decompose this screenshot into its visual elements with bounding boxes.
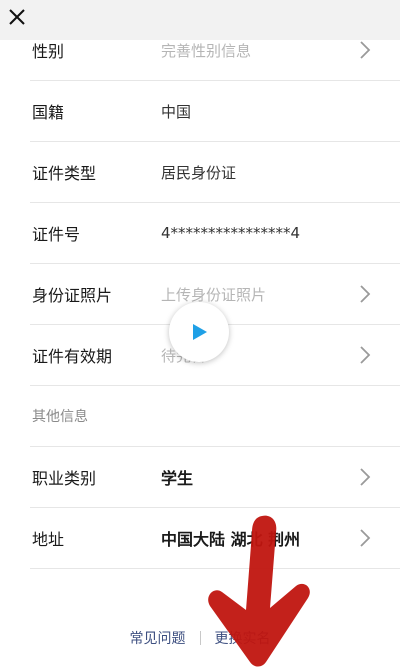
close-icon — [9, 9, 25, 25]
chevron-right-icon — [360, 285, 371, 303]
play-button[interactable] — [169, 302, 229, 362]
row-label: 证件号 — [32, 225, 81, 244]
top-bar — [0, 0, 400, 40]
row-label: 证件类型 — [32, 164, 97, 183]
section-header-other-info: 其他信息 — [30, 386, 400, 447]
row-label: 国籍 — [32, 103, 65, 122]
row-label: 身份证照片 — [32, 286, 113, 305]
close-button[interactable] — [6, 6, 28, 28]
row-value: 居民身份证 — [161, 163, 237, 182]
info-list: 性别 完善性别信息 国籍 中国 证件类型 居民身份证 证件号 4********… — [0, 20, 400, 569]
footer-links: 常见问题 更换实名 — [0, 626, 400, 650]
row-nationality: 国籍 中国 — [30, 81, 400, 142]
row-label: 证件有效期 — [32, 347, 113, 366]
row-label: 职业类别 — [32, 469, 97, 488]
section-title: 其他信息 — [32, 409, 88, 425]
row-value: 学生 — [161, 469, 194, 488]
faq-link[interactable]: 常见问题 — [130, 628, 186, 648]
row-label: 性别 — [32, 42, 65, 61]
row-value: 上传身份证照片 — [161, 285, 267, 304]
row-value: 4****************4 — [161, 224, 301, 242]
row-value: 完善性别信息 — [161, 41, 252, 60]
row-id-number: 证件号 4****************4 — [30, 203, 400, 264]
chevron-right-icon — [360, 529, 371, 547]
play-icon — [193, 324, 207, 340]
chevron-right-icon — [360, 468, 371, 486]
footer-divider — [199, 631, 201, 645]
row-address[interactable]: 地址 中国大陆 湖北 荆州 — [30, 508, 400, 569]
real-name-info-screen: 性别 完善性别信息 国籍 中国 证件类型 居民身份证 证件号 4********… — [0, 0, 400, 669]
row-value: 中国大陆 湖北 荆州 — [161, 530, 301, 549]
row-label: 地址 — [32, 530, 65, 549]
row-id-type: 证件类型 居民身份证 — [30, 142, 400, 203]
change-real-name-link[interactable]: 更换实名 — [215, 628, 271, 648]
row-occupation[interactable]: 职业类别 学生 — [30, 447, 400, 508]
row-value: 中国 — [161, 102, 192, 121]
chevron-right-icon — [360, 41, 371, 59]
chevron-right-icon — [360, 346, 371, 364]
